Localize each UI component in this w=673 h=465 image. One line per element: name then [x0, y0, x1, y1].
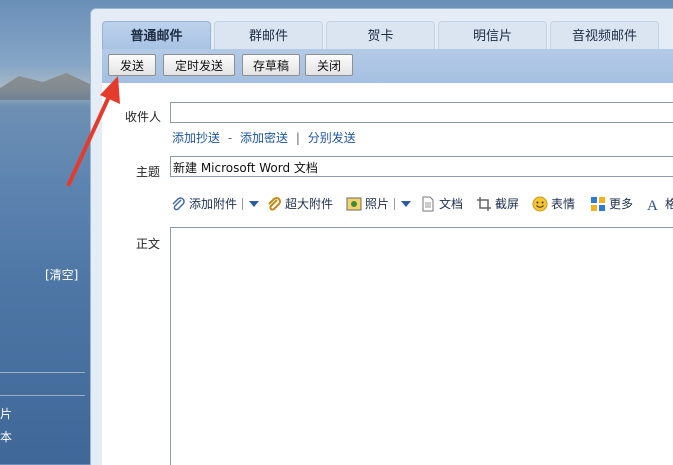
- large-attachment-button[interactable]: 超大附件: [266, 194, 333, 214]
- format-label: 格: [665, 197, 673, 211]
- photo-label: 照片: [365, 197, 390, 211]
- paperclip-large-icon: [266, 196, 282, 212]
- compose-toolbar: 发送 定时发送 存草稿 关闭: [102, 49, 673, 83]
- schedule-send-button[interactable]: 定时发送: [163, 54, 235, 76]
- compose-form: 收件人 添加抄送 - 添加密送 | 分别发送 主题 新建 Microsoft W…: [102, 83, 673, 465]
- paperclip-icon: [170, 196, 186, 212]
- document-icon: [420, 196, 436, 212]
- recipient-links: 添加抄送 - 添加密送 | 分别发送: [172, 129, 356, 146]
- tab-postcard[interactable]: 明信片: [438, 21, 547, 49]
- close-button[interactable]: 关闭: [305, 54, 353, 76]
- screenshot-label: 截屏: [495, 197, 520, 211]
- text-format-icon: A: [646, 196, 662, 214]
- subject-input[interactable]: 新建 Microsoft Word 文档: [170, 156, 673, 177]
- subject-label: 主题: [136, 165, 161, 179]
- grid-icon: [590, 196, 606, 212]
- chevron-down-icon[interactable]: [401, 201, 412, 207]
- recipient-input[interactable]: [170, 102, 673, 123]
- tab-av-mail[interactable]: 音视频邮件: [550, 21, 659, 49]
- format-button[interactable]: A 格: [646, 194, 673, 214]
- add-cc-link[interactable]: 添加抄送: [172, 131, 220, 145]
- more-button[interactable]: 更多: [590, 194, 633, 214]
- separate-send-link[interactable]: 分别发送: [308, 131, 356, 145]
- add-attachment-button[interactable]: 添加附件: [170, 194, 260, 214]
- tab-group-mail[interactable]: 群邮件: [214, 21, 323, 49]
- subject-value: 新建 Microsoft Word 文档: [173, 161, 318, 175]
- document-button[interactable]: 文档: [420, 194, 463, 214]
- divider: [242, 198, 244, 210]
- large-attachment-label: 超大附件: [285, 197, 334, 211]
- background-divider: [0, 372, 85, 373]
- more-label: 更多: [609, 197, 634, 211]
- tab-normal-mail[interactable]: 普通邮件: [102, 21, 211, 49]
- screenshot-button[interactable]: 截屏: [476, 194, 519, 214]
- sidebar-item-partial[interactable]: 片: [0, 405, 12, 422]
- photo-icon: [346, 196, 362, 212]
- annotation-arrow: [66, 76, 120, 187]
- emoji-label: 表情: [551, 197, 576, 211]
- body-editor[interactable]: [170, 227, 673, 465]
- divider: [394, 198, 396, 210]
- svg-text:A: A: [647, 198, 658, 212]
- add-attachment-label: 添加附件: [189, 197, 238, 211]
- smiley-icon: [532, 196, 548, 212]
- sidebar-item-partial[interactable]: 本: [0, 428, 12, 445]
- screenshot-icon: [476, 196, 492, 212]
- link-separator: |: [295, 131, 300, 145]
- add-bcc-link[interactable]: 添加密送: [240, 131, 288, 145]
- document-label: 文档: [439, 197, 464, 211]
- photo-button[interactable]: 照片: [346, 194, 412, 214]
- clear-link[interactable]: [清空]: [45, 266, 78, 283]
- tab-greeting-card[interactable]: 贺卡: [326, 21, 435, 49]
- link-separator: -: [227, 131, 233, 145]
- emoji-button[interactable]: 表情: [532, 194, 575, 214]
- background-divider: [0, 395, 85, 396]
- chevron-down-icon[interactable]: [249, 201, 260, 207]
- send-button[interactable]: 发送: [108, 54, 156, 76]
- save-draft-button[interactable]: 存草稿: [242, 54, 300, 76]
- compose-panel: 普通邮件 群邮件 贺卡 明信片 音视频邮件 发送 定时发送 存草稿 关闭 收件人…: [90, 8, 673, 465]
- body-label: 正文: [136, 237, 161, 251]
- recipient-label: 收件人: [125, 110, 162, 124]
